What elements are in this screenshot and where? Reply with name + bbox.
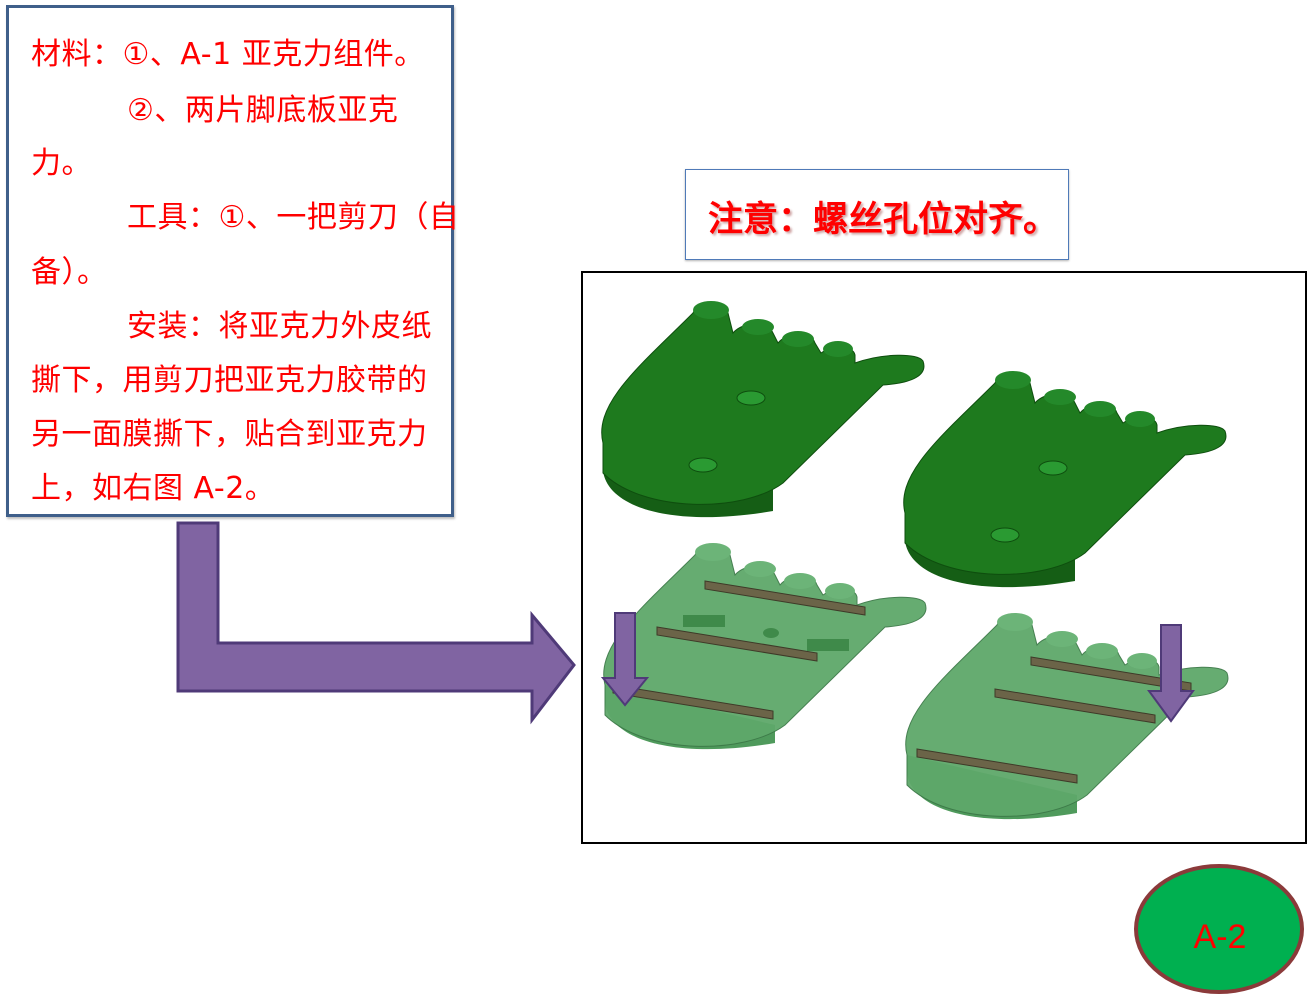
instruction-line-tools: 工具：①、一把剪刀（自 — [127, 200, 460, 235]
instruction-line-material-2: ②、两片脚底板亚克 — [127, 93, 399, 128]
assembly-figure — [581, 271, 1307, 844]
instruction-box: 材料：①、A-1 亚克力组件。 ②、两片脚底板亚克 力。 工具：①、一把剪刀（自… — [6, 5, 459, 517]
instruction-line-install-3: 另一面膜撕下，贴合到亚克力 — [31, 417, 428, 452]
screw-hole — [763, 628, 779, 638]
foot-plate-top-left — [601, 300, 925, 518]
instruction-line-tools-cont: 备）。 — [31, 255, 108, 290]
foot-plate-top-right — [903, 370, 1227, 588]
figure-label-badge: A-2 — [1134, 864, 1304, 994]
foot-plate-illustration — [600, 300, 1229, 820]
figure-label-text: A-2 — [1193, 917, 1247, 956]
bracket-block — [807, 639, 849, 651]
instruction-line-materials: 材料：①、A-1 亚克力组件。 — [31, 37, 425, 72]
instruction-line-install-2: 撕下，用剪刀把亚克力胶带的 — [31, 363, 428, 398]
pointer-arrow-icon — [176, 521, 576, 725]
note-text: 注意：螺丝孔位对齐。 — [708, 200, 1059, 240]
instruction-line-material-2-cont: 力。 — [31, 146, 92, 181]
note-box: 注意：螺丝孔位对齐。 — [685, 169, 1069, 260]
instruction-line-install-4: 上，如右图 A-2。 — [31, 471, 276, 506]
instruction-line-install: 安装：将亚克力外皮纸 — [127, 309, 432, 344]
bracket-block — [683, 615, 725, 627]
